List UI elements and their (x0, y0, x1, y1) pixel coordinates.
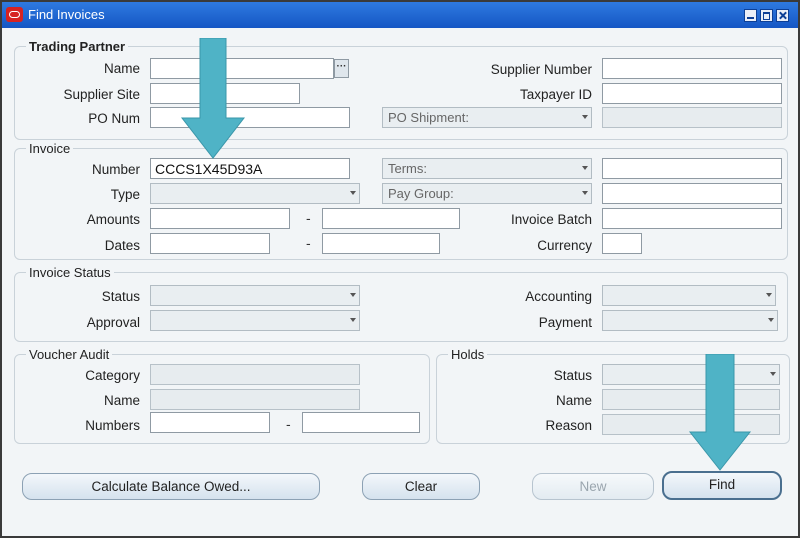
invoice-heading: Invoice (26, 141, 74, 156)
annotation-arrow-number-icon (180, 38, 246, 159)
numbers-label: Numbers (85, 418, 140, 433)
voucher-number-to-field[interactable] (302, 412, 420, 433)
chevron-down-icon (582, 115, 588, 119)
name-label: Name (103, 61, 140, 76)
hold-name-label: Name (555, 393, 592, 408)
oracle-logo-icon (6, 7, 23, 22)
annotation-arrow-find-icon (688, 354, 752, 471)
chevron-down-icon (350, 318, 356, 322)
chevron-down-icon (770, 372, 776, 376)
trading-partner-heading: Trading Partner (26, 39, 129, 54)
title-bar: Find Invoices (2, 2, 798, 28)
po-shipment-placeholder: PO Shipment: (388, 110, 469, 125)
pay-group-placeholder: Pay Group: (388, 186, 454, 201)
invoice-batch-field[interactable] (602, 208, 782, 229)
chevron-down-icon (582, 166, 588, 170)
chevron-down-icon (350, 293, 356, 297)
category-label: Category (85, 368, 140, 383)
currency-label: Currency (537, 238, 592, 253)
clear-button[interactable]: Clear (362, 473, 480, 500)
holds-heading: Holds (448, 347, 488, 362)
type-label: Type (110, 187, 140, 202)
po-shipment-detail-field (602, 107, 782, 128)
invoice-batch-label: Invoice Batch (510, 212, 592, 227)
pay-group-select[interactable]: Pay Group: (382, 183, 592, 204)
voucher-name-field (150, 389, 360, 410)
voucher-number-range-separator: - (286, 416, 291, 432)
minimize-icon[interactable] (744, 9, 757, 22)
amounts-label: Amounts (86, 212, 140, 227)
hold-reason-label: Reason (545, 418, 592, 433)
window-title: Find Invoices (28, 7, 105, 22)
invoice-status-heading: Invoice Status (26, 265, 114, 280)
terms-placeholder: Terms: (388, 161, 427, 176)
maximize-icon[interactable] (760, 9, 773, 22)
chevron-down-icon (766, 293, 772, 297)
chevron-down-icon (350, 191, 356, 195)
currency-field[interactable] (602, 233, 642, 254)
voucher-name-label: Name (103, 393, 140, 408)
dates-label: Dates (104, 238, 140, 253)
invoice-status-select[interactable] (150, 285, 360, 306)
category-field (150, 364, 360, 385)
approval-select[interactable] (150, 310, 360, 331)
invoice-status-group (14, 272, 788, 342)
invoice-number-label: Number (91, 162, 140, 177)
chevron-down-icon (582, 191, 588, 195)
accounting-label: Accounting (525, 289, 592, 304)
date-to-field[interactable] (322, 233, 440, 254)
amount-to-field[interactable] (322, 208, 460, 229)
amount-range-separator: - (306, 210, 311, 226)
po-shipment-select[interactable]: PO Shipment: (382, 107, 592, 128)
type-select[interactable] (150, 183, 360, 204)
pay-group-value-field[interactable] (602, 183, 782, 204)
po-num-label: PO Num (88, 111, 140, 126)
find-invoices-window: Find Invoices Trading Partner Name ··· S… (0, 0, 800, 538)
approval-label: Approval (86, 315, 140, 330)
calculate-balance-owed-button[interactable]: Calculate Balance Owed... (22, 473, 320, 500)
amount-from-field[interactable] (150, 208, 290, 229)
terms-value-field[interactable] (602, 158, 782, 179)
status-label: Status (101, 289, 140, 304)
close-icon[interactable] (776, 9, 789, 22)
date-range-separator: - (306, 235, 311, 251)
new-button[interactable]: New (532, 473, 654, 500)
date-from-field[interactable] (150, 233, 270, 254)
name-lov-button[interactable]: ··· (334, 59, 349, 78)
voucher-audit-heading: Voucher Audit (26, 347, 113, 362)
supplier-number-label: Supplier Number (490, 62, 592, 77)
supplier-number-field[interactable] (602, 58, 782, 79)
find-button[interactable]: Find (662, 471, 782, 500)
invoice-number-field[interactable]: CCCS1X45D93A (150, 158, 350, 179)
accounting-select[interactable] (602, 285, 776, 306)
taxpayer-id-label: Taxpayer ID (519, 87, 592, 102)
payment-select[interactable] (602, 310, 778, 331)
voucher-number-from-field[interactable] (150, 412, 270, 433)
chevron-down-icon (768, 318, 774, 322)
hold-status-label: Status (553, 368, 592, 383)
terms-select[interactable]: Terms: (382, 158, 592, 179)
supplier-site-label: Supplier Site (63, 87, 140, 102)
taxpayer-id-field[interactable] (602, 83, 782, 104)
payment-label: Payment (538, 315, 592, 330)
